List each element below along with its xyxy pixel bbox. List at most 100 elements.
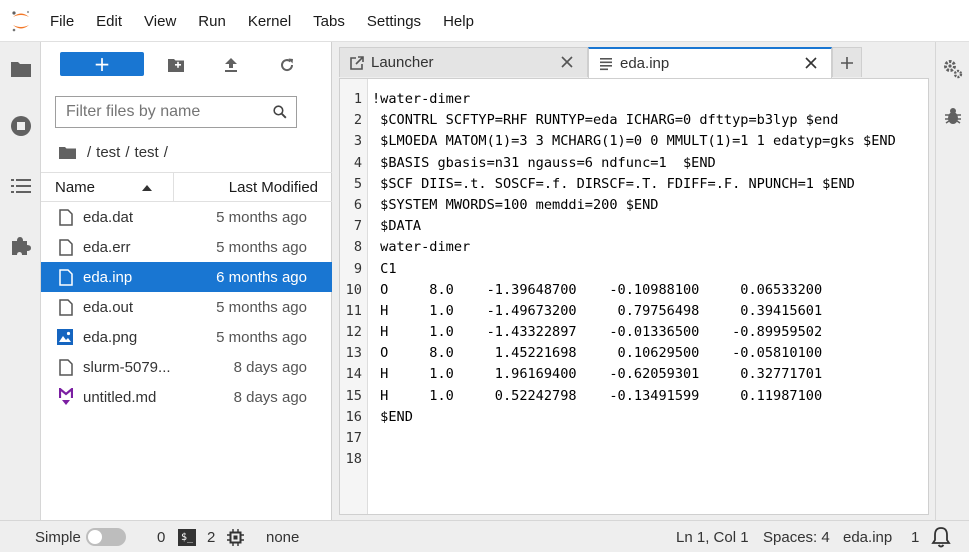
text-editor[interactable]: 1 !water-dimer 2 $CONTRL SCFTYP=RHF RUNTYP… bbox=[339, 78, 929, 515]
debugger-tab[interactable] bbox=[936, 96, 969, 136]
bell-icon bbox=[931, 527, 951, 548]
left-activity-bar bbox=[0, 42, 41, 520]
line-number: 18 bbox=[345, 451, 362, 468]
file-browser-panel: + Filter files by name / test / test / N… bbox=[41, 42, 332, 520]
line-number: 15 bbox=[345, 387, 362, 404]
file-row-slurm[interactable]: slurm-5079... 8 days ago bbox=[41, 352, 332, 382]
close-icon[interactable] bbox=[559, 54, 575, 70]
code-line[interactable]: 15 H 1.0 0.52242798 -0.13491599 0.119871… bbox=[340, 386, 930, 407]
file-modified: 6 months ago bbox=[216, 268, 307, 286]
code-line[interactable]: 8 water-dimer bbox=[340, 237, 930, 258]
file-browser-tab[interactable] bbox=[0, 42, 41, 96]
line-number: 13 bbox=[345, 345, 362, 362]
code-line[interactable]: 13 O 8.0 1.45221698 0.10629500 -0.058101… bbox=[340, 343, 930, 364]
line-number: 4 bbox=[353, 154, 362, 171]
simple-mode-toggle[interactable] bbox=[86, 521, 126, 552]
new-launcher-button[interactable]: + bbox=[60, 52, 144, 76]
code-line[interactable]: 17 bbox=[340, 428, 930, 449]
upload-button[interactable] bbox=[220, 54, 242, 76]
property-inspector-icon bbox=[944, 60, 963, 79]
menu-tabs[interactable]: Tabs bbox=[302, 0, 356, 42]
file-row-eda-err[interactable]: eda.err 5 months ago bbox=[41, 232, 332, 262]
file-name: eda.png bbox=[83, 328, 138, 346]
file-row-eda-inp[interactable]: eda.inp 6 months ago bbox=[41, 262, 332, 292]
line-text: O 8.0 1.45221698 0.10629500 -0.05810100 bbox=[372, 345, 823, 362]
menu-settings[interactable]: Settings bbox=[356, 0, 432, 42]
code-line[interactable]: 5 $SCF DIIS=.t. SOSCF=.f. DIRSCF=.T. FDI… bbox=[340, 174, 930, 195]
menu-bar: File Edit View Run Kernel Tabs Settings … bbox=[0, 0, 969, 42]
code-line[interactable]: 11 H 1.0 -1.49673200 0.79756498 0.394156… bbox=[340, 301, 930, 322]
code-line[interactable]: 6 $SYSTEM MWORDS=100 memddi=200 $END bbox=[340, 195, 930, 216]
toggle-knob bbox=[88, 530, 102, 544]
code-line[interactable]: 16 $END bbox=[340, 407, 930, 428]
tab-launcher[interactable]: Launcher bbox=[339, 47, 588, 77]
notification-count[interactable]: 1 bbox=[911, 521, 919, 552]
last-modified-column-header[interactable]: Last Modified bbox=[174, 179, 332, 196]
line-text: !water-dimer bbox=[372, 91, 471, 107]
code-line[interactable]: 7 $DATA bbox=[340, 216, 930, 237]
new-folder-button[interactable] bbox=[165, 54, 187, 76]
jupyter-logo-icon[interactable] bbox=[0, 0, 42, 42]
file-icon bbox=[59, 238, 73, 256]
terminal-count[interactable]: 2 bbox=[207, 521, 215, 552]
line-text: H 1.0 -1.49673200 0.79756498 0.39415601 bbox=[372, 302, 823, 319]
file-icon bbox=[59, 358, 73, 376]
table-of-contents-tab[interactable] bbox=[0, 156, 41, 216]
menu-kernel[interactable]: Kernel bbox=[237, 0, 302, 42]
line-number: 2 bbox=[353, 112, 362, 129]
indentation-setting[interactable]: Spaces: 4 bbox=[763, 521, 830, 552]
line-text: $SYSTEM MWORDS=100 memddi=200 $END bbox=[372, 196, 659, 213]
status-bar: Simple 0 $_ 2 none Ln 1, Col 1 Spaces: 4… bbox=[0, 520, 969, 552]
menu-view[interactable]: View bbox=[133, 0, 187, 42]
kernel-count[interactable]: 0 bbox=[157, 521, 165, 552]
property-inspector-tab[interactable] bbox=[936, 42, 969, 96]
breadcrumb-item[interactable]: test bbox=[135, 144, 159, 161]
line-number: 17 bbox=[345, 430, 362, 446]
line-number: 16 bbox=[345, 408, 362, 425]
menu-file[interactable]: File bbox=[42, 0, 85, 42]
tab-bar: Launcher eda.inp bbox=[339, 47, 862, 78]
extension-manager-tab[interactable] bbox=[0, 216, 41, 276]
file-row-eda-png[interactable]: eda.png 5 months ago bbox=[41, 322, 332, 352]
folder-icon[interactable] bbox=[59, 146, 76, 159]
kernel-status-icon-wrap[interactable] bbox=[227, 521, 244, 552]
line-text: C1 bbox=[372, 260, 397, 277]
code-content[interactable]: 1 !water-dimer 2 $CONTRL SCFTYP=RHF RUNTYP… bbox=[340, 89, 930, 470]
code-line[interactable]: 3 $LMOEDA MATOM(1)=3 3 MCHARG(1)=0 0 MMU… bbox=[340, 131, 930, 152]
code-line[interactable]: 4 $BASIS gbasis=n31 ngauss=6 ndfunc=1 $E… bbox=[340, 153, 930, 174]
refresh-button[interactable] bbox=[276, 54, 298, 76]
code-line[interactable]: 14 H 1.0 1.96169400 -0.62059301 0.327717… bbox=[340, 364, 930, 385]
file-row-eda-dat[interactable]: eda.dat 5 months ago bbox=[41, 202, 332, 232]
code-line[interactable]: 18 bbox=[340, 449, 930, 470]
file-filter-input[interactable] bbox=[56, 103, 273, 121]
code-line[interactable]: 9 C1 bbox=[340, 259, 930, 280]
file-modified: 8 days ago bbox=[233, 388, 307, 406]
menu-edit[interactable]: Edit bbox=[85, 0, 133, 42]
file-filter-field[interactable] bbox=[55, 96, 297, 128]
running-sessions-tab[interactable] bbox=[0, 96, 41, 156]
line-number: 3 bbox=[353, 133, 362, 150]
line-text bbox=[364, 449, 372, 470]
file-icon bbox=[59, 268, 73, 286]
code-line[interactable]: 2 $CONTRL SCFTYP=RHF RUNTYP=eda ICHARG=0… bbox=[340, 110, 930, 131]
terminal-status[interactable]: $_ bbox=[178, 521, 196, 552]
kernel-name[interactable]: none bbox=[266, 521, 299, 552]
close-icon[interactable] bbox=[803, 55, 819, 71]
cursor-position[interactable]: Ln 1, Col 1 bbox=[676, 521, 749, 552]
image-file-icon bbox=[57, 329, 73, 345]
toggle-switch[interactable] bbox=[86, 528, 126, 546]
name-column-label: Name bbox=[55, 178, 96, 196]
file-row-eda-out[interactable]: eda.out 5 months ago bbox=[41, 292, 332, 322]
line-text: $END bbox=[372, 408, 413, 425]
breadcrumb-item[interactable]: test bbox=[96, 144, 120, 161]
code-line[interactable]: 12 H 1.0 -1.43322897 -0.01336500 -0.8995… bbox=[340, 322, 930, 343]
menu-help[interactable]: Help bbox=[432, 0, 485, 42]
add-tab-button[interactable] bbox=[832, 47, 862, 77]
code-line[interactable]: 10 O 8.0 -1.39648700 -0.10988100 0.06533… bbox=[340, 280, 930, 301]
tab-eda-inp[interactable]: eda.inp bbox=[588, 47, 832, 78]
name-column-header[interactable]: Name bbox=[41, 173, 174, 201]
file-row-untitled-md[interactable]: untitled.md 8 days ago bbox=[41, 382, 332, 412]
notification-button[interactable] bbox=[931, 521, 951, 552]
menu-run[interactable]: Run bbox=[187, 0, 237, 42]
code-line[interactable]: 1 !water-dimer bbox=[340, 89, 930, 110]
